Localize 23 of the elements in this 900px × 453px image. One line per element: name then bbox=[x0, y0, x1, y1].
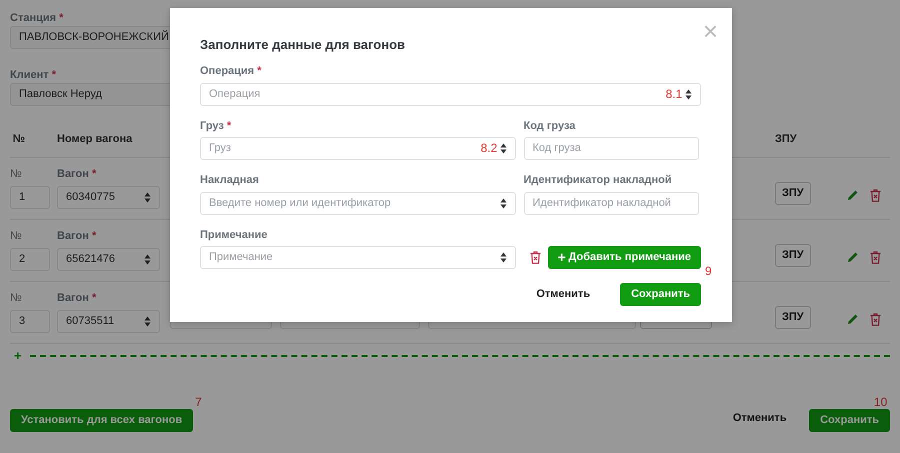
field-label: № bbox=[10, 292, 22, 305]
field-label: Вагон * bbox=[57, 230, 96, 243]
annotation-number: 8.1 bbox=[666, 88, 682, 100]
field-label: Накладная bbox=[200, 174, 259, 187]
annotation-number: 9 bbox=[705, 265, 712, 278]
field-label: Код груза bbox=[524, 120, 576, 132]
field-label: Клиент * bbox=[10, 69, 56, 82]
annotation-number: 10 bbox=[874, 396, 888, 408]
field-label: Вагон * bbox=[57, 292, 96, 305]
field-label: Груз * bbox=[200, 120, 232, 132]
modal-title: Заполните данные для вагонов bbox=[200, 37, 406, 53]
annotation-number: 8.2 bbox=[480, 142, 498, 155]
annotation-number: 7 bbox=[195, 396, 202, 408]
field-label: Станция * bbox=[10, 12, 64, 25]
field-label: Примечание bbox=[200, 228, 268, 242]
column-header: Номер вагона bbox=[57, 132, 134, 148]
field-label: № bbox=[10, 168, 22, 181]
column-header: № bbox=[12, 132, 26, 148]
field-label: Операция * bbox=[200, 65, 262, 78]
column-header: ЗПУ bbox=[775, 132, 798, 148]
field-label: Вагон * bbox=[57, 168, 96, 181]
field-label: № bbox=[10, 230, 22, 243]
field-label: Идентификатор накладной bbox=[524, 174, 672, 187]
